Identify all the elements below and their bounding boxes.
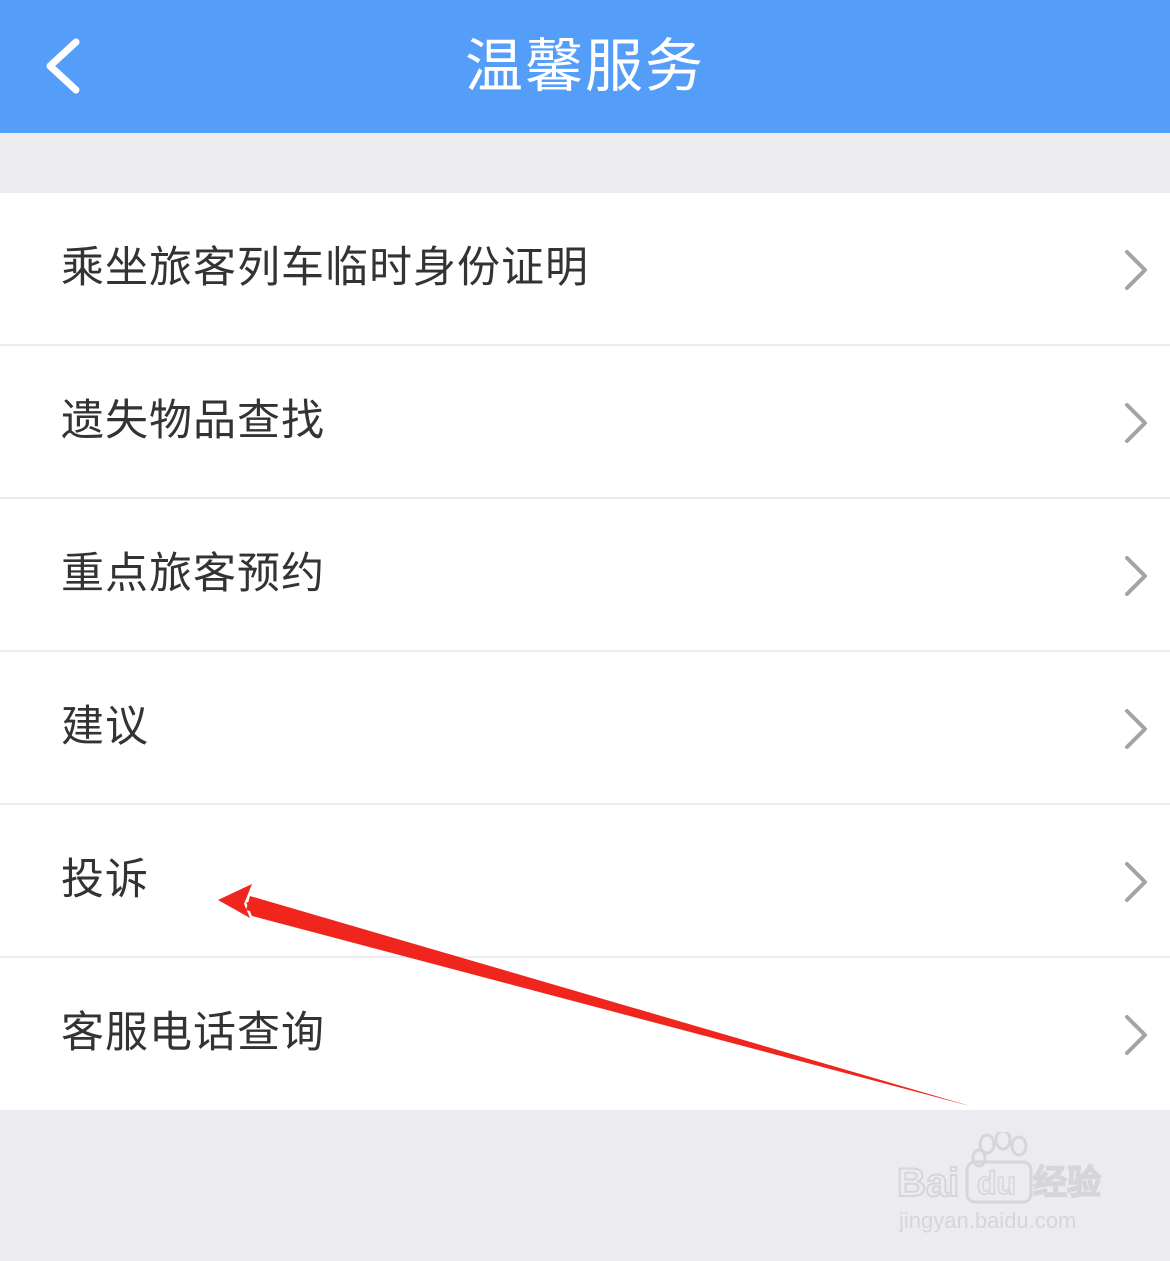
menu-item-lost-and-found[interactable]: 遗失物品查找 [0,346,1170,499]
svg-text:jingyan.baidu.com: jingyan.baidu.com [898,1208,1076,1233]
chevron-right-icon [1125,556,1147,596]
baidu-jingyan-watermark: Bai du 经验 jingyan.baidu.com [896,1132,1102,1233]
menu-item-label: 建议 [61,702,149,752]
page-title: 温馨服务 [464,32,705,100]
menu-item-label: 客服电话查询 [61,1008,325,1058]
menu-item-label: 投诉 [61,855,149,905]
chevron-right-icon [1125,250,1147,290]
chevron-right-icon [1125,709,1147,749]
menu-item-complaint[interactable]: 投诉 [0,805,1170,958]
chevron-right-icon [1125,1015,1147,1055]
menu-item-label: 重点旅客预约 [61,549,325,599]
svg-text:du: du [977,1165,1016,1201]
header-bar: 温馨服务 [0,0,1170,133]
menu-item-customer-service-phone[interactable]: 客服电话查询 [0,958,1170,1110]
svg-text:Bai: Bai [897,1161,959,1205]
menu-item-suggestion[interactable]: 建议 [0,652,1170,805]
menu-item-priority-passenger-booking[interactable]: 重点旅客预约 [0,499,1170,652]
menu-item-label: 乘坐旅客列车临时身份证明 [61,243,589,293]
svg-text:经验: 经验 [1033,1163,1101,1203]
chevron-right-icon [1125,862,1147,902]
menu-item-label: 遗失物品查找 [61,396,325,446]
service-menu-list: 乘坐旅客列车临时身份证明 遗失物品查找 重点旅客预约 建议 投诉 客服电话查询 [0,193,1170,1110]
chevron-right-icon [1125,403,1147,443]
menu-item-temp-id-certificate[interactable]: 乘坐旅客列车临时身份证明 [0,193,1170,346]
